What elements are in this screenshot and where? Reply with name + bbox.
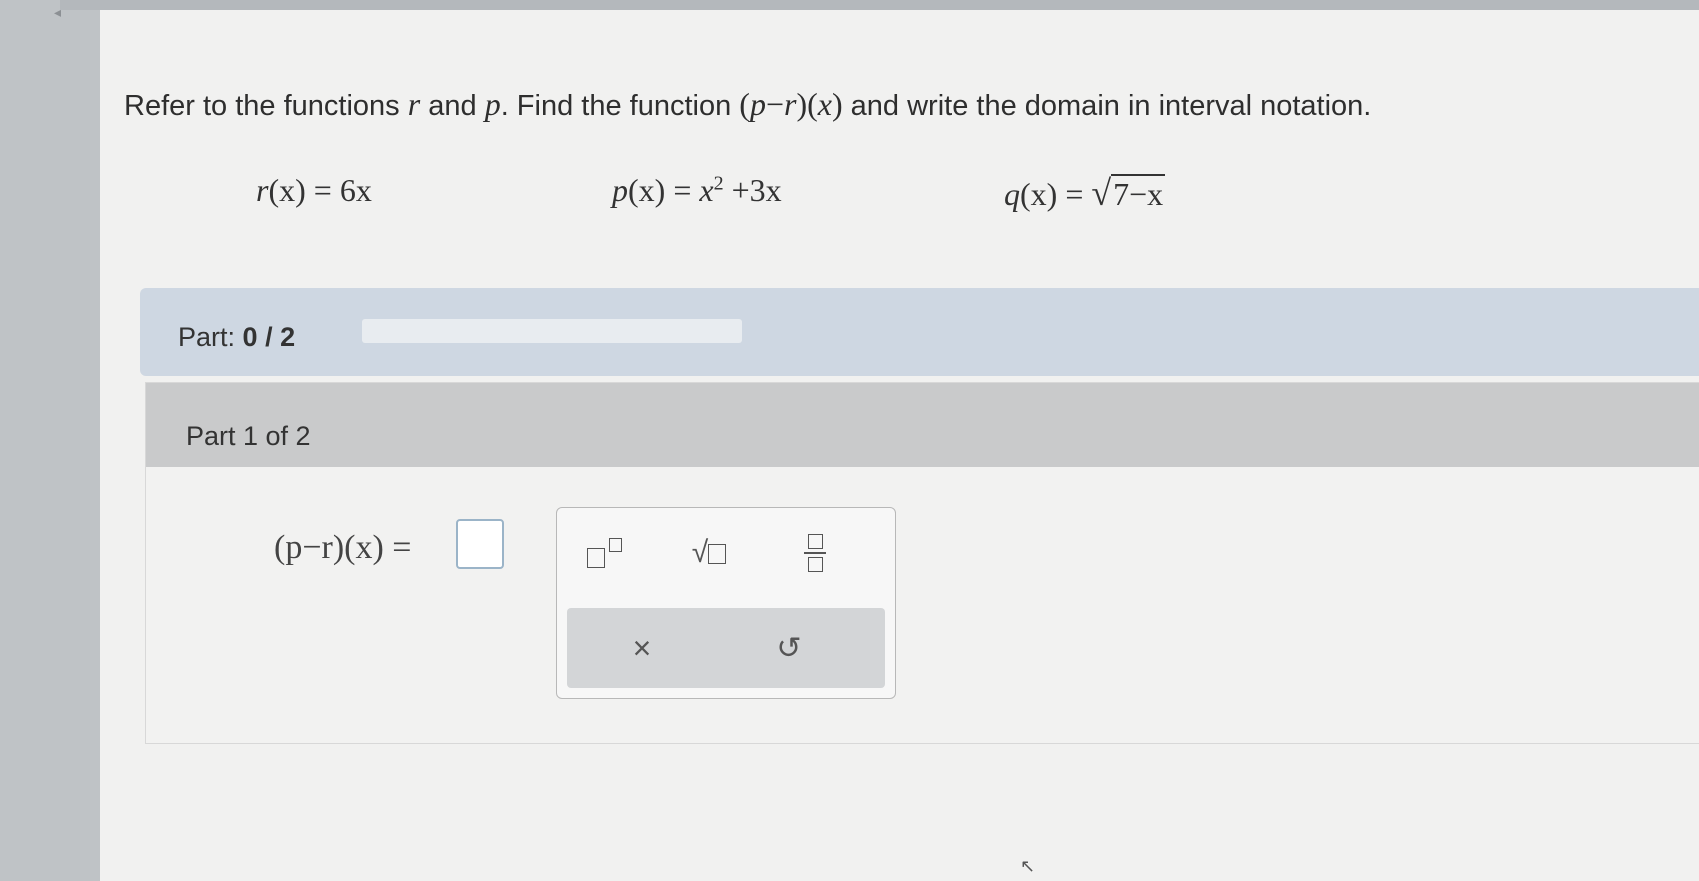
part-progress-bar: Part: 0 / 2: [140, 288, 1699, 376]
sqrt-key[interactable]: √: [679, 528, 739, 578]
answer-panel: Part 1 of 2 (p−r)(x) = √ × ↺: [145, 382, 1699, 744]
sqrt-icon: √: [692, 538, 727, 568]
part-header-label: Part 1 of 2: [186, 421, 311, 451]
progress-track: [362, 319, 742, 343]
top-bar: [60, 0, 1699, 10]
close-icon: ×: [632, 629, 652, 666]
function-q: q(x) = √7−x: [1004, 173, 1166, 213]
fraction-icon: [804, 534, 826, 572]
superscript-key[interactable]: [577, 528, 637, 578]
answer-input[interactable]: [456, 519, 504, 569]
part-progress-label: Part: 0 / 2: [178, 322, 296, 352]
function-r: r(x) = 6x: [256, 172, 372, 208]
keypad-action-row: × ↺: [567, 608, 885, 688]
left-sidebar: ◂: [0, 0, 100, 881]
question-text: Refer to the functions r and p. Find the…: [124, 86, 1372, 122]
superscript-icon: [587, 536, 627, 570]
fraction-key[interactable]: [785, 528, 845, 578]
answer-expression: (p−r)(x) =: [274, 529, 412, 566]
function-p: p(x) = x2 +3x: [612, 172, 782, 208]
undo-icon: ↺: [776, 631, 802, 665]
math-keypad: √ × ↺: [556, 507, 896, 699]
undo-button[interactable]: ↺: [759, 623, 819, 673]
clear-button[interactable]: ×: [612, 623, 672, 673]
part-header: Part 1 of 2: [146, 383, 1699, 467]
mouse-cursor-icon: ↖: [1020, 856, 1036, 876]
sqrt-icon: √: [1091, 173, 1112, 213]
